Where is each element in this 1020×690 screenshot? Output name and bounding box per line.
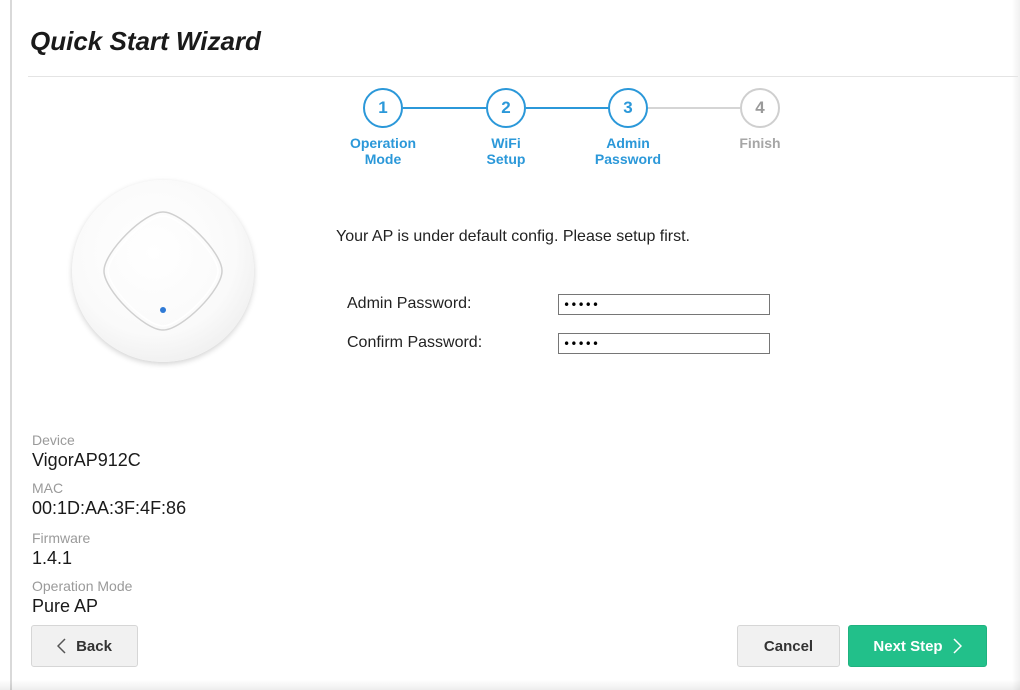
- step-number-circle: 2: [486, 88, 526, 128]
- step-number-circle: 1: [363, 88, 403, 128]
- step-number-circle: 4: [740, 88, 780, 128]
- step-operation-mode: 1 Operation Mode: [338, 88, 428, 167]
- step-label-line2: Mode: [364, 151, 402, 167]
- device-image: [72, 180, 254, 362]
- device-label: Device: [32, 432, 75, 448]
- step-label-line1: Operation: [349, 135, 417, 151]
- mac-value: 00:1D:AA:3F:4F:86: [32, 498, 187, 518]
- device-value: VigorAP912C: [32, 450, 141, 470]
- cancel-button[interactable]: Cancel: [737, 625, 840, 667]
- admin-password-label: Admin Password:: [347, 295, 472, 312]
- step-label: Operation Mode: [338, 135, 428, 167]
- step-finish: 4 Finish: [715, 88, 805, 151]
- bottom-shadow: [0, 680, 1020, 690]
- step-label-line1: Admin: [606, 135, 650, 151]
- back-button-label: Back: [76, 637, 112, 655]
- next-step-button[interactable]: Next Step: [848, 625, 987, 667]
- step-label: Finish: [715, 135, 805, 151]
- wizard-title: Quick Start Wizard: [30, 26, 261, 56]
- firmware-value: 1.4.1: [32, 548, 73, 568]
- step-label-line2: Password: [594, 151, 662, 167]
- step-admin-password: 3 Admin Password: [583, 88, 673, 167]
- firmware-label: Firmware: [32, 530, 91, 546]
- device-illustration: [103, 211, 223, 331]
- step-label-line2: Setup: [486, 151, 526, 167]
- step-label-line1: WiFi: [491, 135, 521, 151]
- confirm-password-field[interactable]: [558, 333, 770, 354]
- wizard-stepper: 1 Operation Mode 2 WiFi Setup 3 Admin Pa…: [340, 88, 800, 188]
- step-label-line1: Finish: [739, 135, 781, 151]
- chevron-left-icon: [57, 638, 66, 654]
- admin-password-field[interactable]: [558, 294, 770, 315]
- step-label: Admin Password: [583, 135, 673, 167]
- cancel-button-label: Cancel: [763, 637, 814, 655]
- step-number-circle: 3: [608, 88, 648, 128]
- title-divider: [28, 76, 1018, 77]
- setup-intro-text: Your AP is under default config. Please …: [336, 228, 690, 245]
- operation-mode-value: Pure AP: [32, 596, 99, 616]
- step-label: WiFi Setup: [461, 135, 551, 167]
- left-frame-border: [10, 0, 12, 690]
- next-step-button-label: Next Step: [873, 637, 943, 655]
- operation-mode-label: Operation Mode: [32, 578, 133, 594]
- chevron-right-icon: [953, 638, 962, 654]
- back-button[interactable]: Back: [31, 625, 138, 667]
- confirm-password-label: Confirm Password:: [347, 334, 483, 351]
- step-wifi-setup: 2 WiFi Setup: [461, 88, 551, 167]
- mac-label: MAC: [32, 480, 64, 496]
- right-shadow: [1012, 0, 1020, 690]
- status-led-icon: [160, 307, 166, 313]
